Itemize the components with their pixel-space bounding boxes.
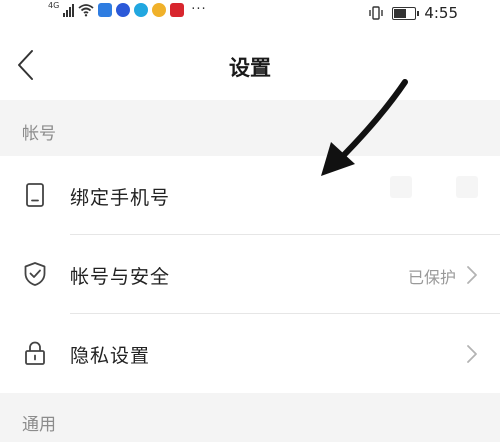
vibrate-icon <box>369 6 384 20</box>
weibo-app-icon <box>152 2 167 17</box>
network-type: 4G <box>48 1 60 10</box>
security-status-value: 已保护 <box>407 268 456 287</box>
section-header-label: 帐号 <box>22 124 56 144</box>
wifi-icon <box>78 3 94 16</box>
clock: 4:55 <box>424 4 458 22</box>
lock-icon <box>25 341 45 365</box>
status-bar-right: 4:55 <box>368 4 458 22</box>
red-app-icon <box>170 2 185 17</box>
baidu-app-icon <box>116 2 131 17</box>
account-security-item[interactable]: 帐号与安全 已保护 <box>0 235 500 314</box>
chevron-right-icon <box>467 266 477 284</box>
qq-browser-app-icon <box>134 2 149 17</box>
section-header-general: 通用 <box>0 393 500 442</box>
battery-icon <box>392 6 420 20</box>
privacy-settings-label: 隐私设置 <box>70 345 151 367</box>
section-header-label: 通用 <box>22 415 56 435</box>
more-notifications-icon: ··· <box>191 2 207 17</box>
shield-app-icon <box>98 2 113 17</box>
section-header-account: 帐号 <box>0 100 500 156</box>
redacted-area <box>456 176 478 198</box>
page-title: 设置 <box>229 56 271 80</box>
bind-phone-item[interactable]: 绑定手机号 <box>0 156 500 235</box>
phone-icon <box>26 183 44 207</box>
redacted-area <box>390 176 412 198</box>
signal-icon <box>63 3 75 17</box>
bind-phone-label: 绑定手机号 <box>70 187 171 209</box>
nav-bar: 设置 <box>0 28 500 100</box>
account-security-label: 帐号与安全 <box>70 266 171 288</box>
status-bar-left: 4G ··· <box>48 1 207 17</box>
shield-check-icon <box>24 262 46 286</box>
chevron-right-icon <box>467 345 477 363</box>
privacy-settings-item[interactable]: 隐私设置 <box>0 314 500 393</box>
status-bar: 4G ··· 4:55 <box>0 0 500 28</box>
